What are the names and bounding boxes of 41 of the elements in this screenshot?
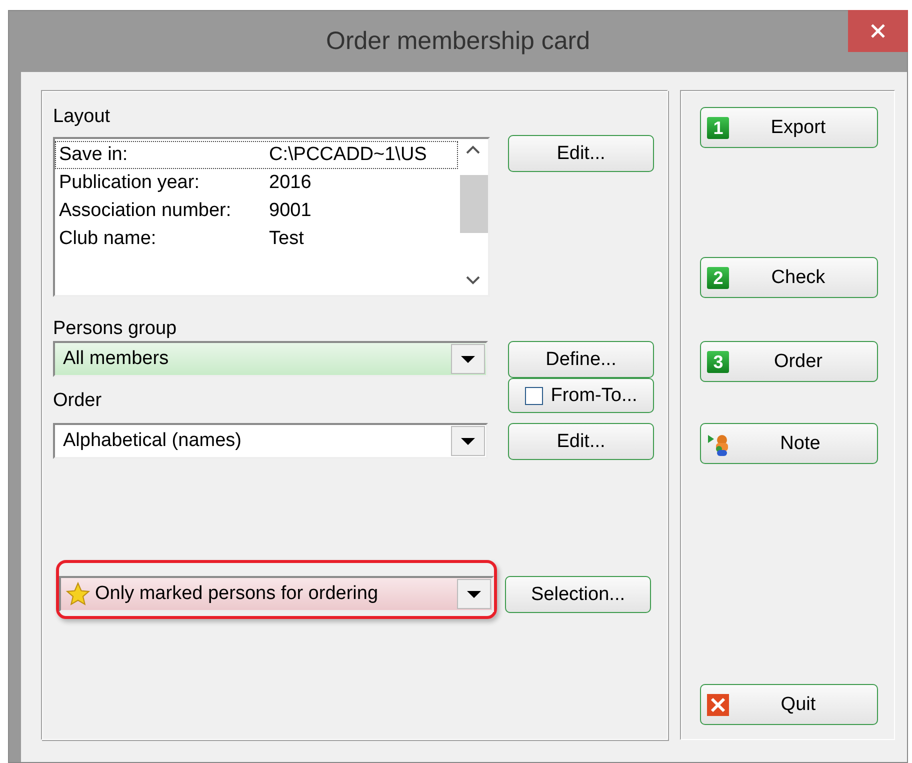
persons-group-label: Persons group [53, 317, 178, 341]
scrollbar-thumb[interactable] [460, 175, 488, 233]
row-name: Club name: [59, 227, 158, 251]
row-value: 2016 [269, 171, 312, 195]
close-icon [870, 23, 886, 39]
row-value: 9001 [269, 199, 312, 223]
number-badge-icon: 3 [707, 350, 730, 372]
layout-label: Layout [53, 105, 112, 129]
selection-button[interactable]: Selection... [505, 576, 651, 613]
list-row[interactable]: Club name: Test [55, 225, 458, 253]
row-name: Association number: [59, 199, 232, 223]
order-label: Order [53, 389, 102, 413]
persons-group-dropdown[interactable]: All members [53, 341, 488, 377]
row-value: C:\PCCADD~1\US [269, 143, 427, 167]
edit-button[interactable]: Edit... [508, 423, 654, 460]
row-name: Publication year: [59, 171, 200, 195]
list-row[interactable]: Save in: C:\PCCADD~1\US [55, 141, 458, 169]
list-row[interactable]: Association number: 9001 [55, 197, 458, 225]
checkbox[interactable] [524, 386, 543, 404]
scroll-up-icon[interactable] [466, 145, 480, 154]
number-badge-icon: 2 [707, 266, 730, 288]
layout-list[interactable]: Save in: C:\PCCADD~1\US Publication year: 2016 Association number: 9001 Club name: Test [53, 137, 490, 297]
edit-button[interactable]: Edit... [508, 135, 654, 172]
order-dropdown[interactable]: Alphabetical (names) [53, 423, 488, 459]
action-button[interactable]: 2 Check [700, 257, 878, 298]
scroll-down-icon[interactable] [466, 276, 480, 285]
action-button[interactable]: 1 Export [700, 107, 878, 148]
action-button[interactable]: Note [700, 423, 878, 464]
close-icon [707, 694, 730, 716]
from-to-button[interactable]: From-To... [508, 378, 654, 413]
row-value: Test [269, 227, 304, 251]
close-button[interactable] [848, 10, 908, 52]
action-button[interactable]: 3 Order [700, 341, 878, 382]
star-icon [65, 581, 91, 607]
selection-dropdown[interactable]: Only marked persons for ordering [59, 576, 494, 612]
number-badge-icon: 1 [707, 116, 730, 138]
action-button[interactable]: Quit [700, 684, 878, 725]
list-row[interactable]: Publication year: 2016 [55, 169, 458, 197]
window-title: Order membership card [326, 27, 590, 56]
row-name: Save in: [59, 143, 129, 167]
define-button[interactable]: Define... [508, 341, 654, 378]
